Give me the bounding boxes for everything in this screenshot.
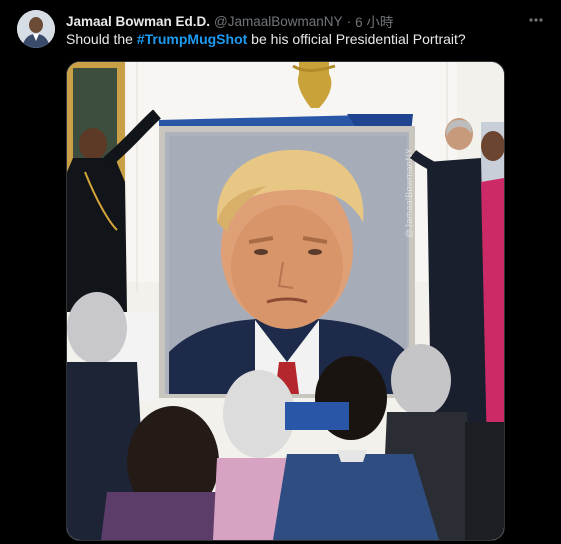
author-handle[interactable]: @JamaalBowmanNY: [214, 14, 343, 29]
avatar[interactable]: [17, 10, 55, 48]
tweet-text-after: be his official Presidential Portrait?: [247, 31, 466, 47]
tweet-media-image[interactable]: @JamaalBowmanNY: [66, 61, 505, 541]
tweet[interactable]: Jamaal Bowman Ed.D. @JamaalBowmanNY · 6 …: [0, 0, 561, 544]
avatar-image: [17, 10, 55, 48]
tweet-text-before: Should the: [66, 31, 137, 47]
media-watermark: @JamaalBowmanNY: [404, 147, 414, 238]
more-horizontal-icon: [529, 18, 543, 22]
hashtag-link[interactable]: #TrumpMugShot: [137, 31, 247, 47]
separator-dot: ·: [346, 13, 352, 29]
tweet-header: Jamaal Bowman Ed.D. @JamaalBowmanNY · 6 …: [66, 11, 537, 31]
tweet-text: Should the #TrumpMugShot be his official…: [66, 31, 466, 47]
author-name[interactable]: Jamaal Bowman Ed.D.: [66, 14, 210, 29]
media-illustration: [67, 62, 504, 540]
tweet-timestamp[interactable]: 6 小時: [355, 11, 393, 31]
more-options-button[interactable]: [525, 9, 547, 31]
